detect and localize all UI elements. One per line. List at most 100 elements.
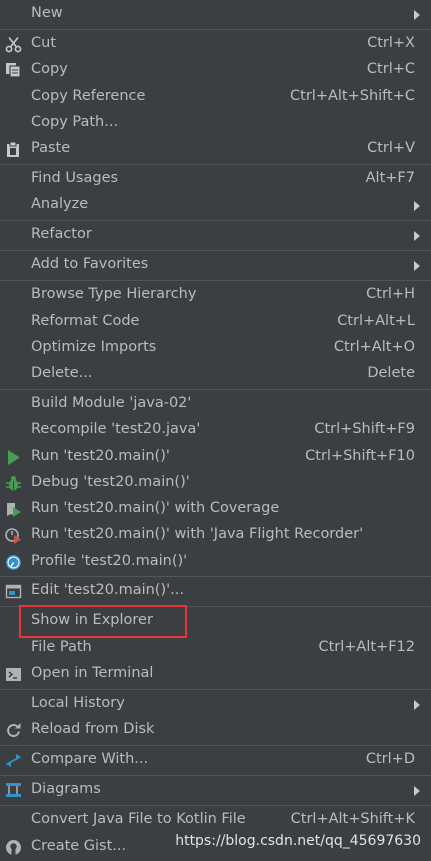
menu-item-label: Convert Java File to Kotlin File <box>31 811 246 827</box>
menu-item-add-to-favorites[interactable]: Add to Favorites <box>0 252 431 278</box>
menu-item-label: Build Module 'java-02' <box>31 395 192 411</box>
menu-item-shortcut: Ctrl+Alt+Shift+K <box>290 811 415 827</box>
menu-item-analyze[interactable]: Analyze <box>0 192 431 218</box>
run-icon <box>5 449 22 466</box>
menu-item-label: Optimize Imports <box>31 339 157 355</box>
menu-separator <box>0 389 431 390</box>
menu-item-diagrams[interactable]: Diagrams <box>0 777 431 803</box>
menu-item-run[interactable]: Run 'test20.main()' Ctrl+Shift+F10 <box>0 444 431 470</box>
menu-item-shortcut: Ctrl+Alt+L <box>337 313 415 329</box>
submenu-arrow-icon <box>414 700 420 710</box>
menu-item-label: File Path <box>31 639 92 655</box>
menu-separator <box>0 280 431 281</box>
menu-item-reload-from-disk[interactable]: Reload from Disk <box>0 717 431 743</box>
scissors-icon <box>5 36 22 53</box>
menu-item-paste[interactable]: Paste Ctrl+V <box>0 136 431 162</box>
menu-item-reformat-code[interactable]: Reformat Code Ctrl+Alt+L <box>0 309 431 335</box>
menu-item-browse-type-hierarchy[interactable]: Browse Type Hierarchy Ctrl+H <box>0 282 431 308</box>
menu-item-label: Refactor <box>31 226 92 242</box>
menu-item-label: Run 'test20.main()' with 'Java Flight Re… <box>31 526 364 542</box>
menu-item-cut[interactable]: Cut Ctrl+X <box>0 31 431 57</box>
menu-item-copy-reference[interactable]: Copy Reference Ctrl+Alt+Shift+C <box>0 84 431 110</box>
menu-item-find-usages[interactable]: Find Usages Alt+F7 <box>0 166 431 192</box>
menu-item-label: Debug 'test20.main()' <box>31 474 190 490</box>
edit-config-icon <box>5 583 22 600</box>
menu-item-label: Delete... <box>31 365 93 381</box>
flight-recorder-icon <box>5 527 22 544</box>
submenu-arrow-icon <box>414 786 420 796</box>
menu-item-copy[interactable]: Copy Ctrl+C <box>0 57 431 83</box>
menu-item-local-history[interactable]: Local History <box>0 691 431 717</box>
submenu-arrow-icon <box>414 10 420 20</box>
menu-item-label: Edit 'test20.main()'... <box>31 582 184 598</box>
menu-item-label: Diagrams <box>31 781 101 797</box>
menu-item-new[interactable]: New <box>0 1 431 27</box>
menu-item-label: Recompile 'test20.java' <box>31 421 201 437</box>
menu-item-edit-config[interactable]: Edit 'test20.main()'... <box>0 578 431 604</box>
menu-item-shortcut: Ctrl+Alt+O <box>333 339 415 355</box>
menu-separator <box>0 805 431 806</box>
menu-separator <box>0 220 431 221</box>
menu-item-label: Add to Favorites <box>31 256 149 272</box>
menu-item-copy-path[interactable]: Copy Path... <box>0 110 431 136</box>
github-icon <box>5 839 22 856</box>
menu-separator <box>0 745 431 746</box>
menu-item-label: Copy <box>31 61 68 77</box>
menu-item-optimize-imports[interactable]: Optimize Imports Ctrl+Alt+O <box>0 335 431 361</box>
menu-item-label: Find Usages <box>31 170 119 186</box>
menu-item-label: Paste <box>31 140 71 156</box>
menu-separator <box>0 775 431 776</box>
submenu-arrow-icon <box>414 201 420 211</box>
menu-item-profile[interactable]: Profile 'test20.main()' <box>0 549 431 575</box>
menu-item-run-flight-recorder[interactable]: Run 'test20.main()' with 'Java Flight Re… <box>0 522 431 548</box>
submenu-arrow-icon <box>414 231 420 241</box>
menu-item-file-path[interactable]: File Path Ctrl+Alt+F12 <box>0 635 431 661</box>
menu-item-shortcut: Ctrl+D <box>365 751 415 767</box>
menu-item-label: Reload from Disk <box>31 721 155 737</box>
menu-item-convert-to-kotlin[interactable]: Convert Java File to Kotlin File Ctrl+Al… <box>0 807 431 833</box>
menu-separator <box>0 689 431 690</box>
menu-item-shortcut: Ctrl+Shift+F10 <box>305 448 415 464</box>
menu-item-label: Copy Reference <box>31 88 146 104</box>
menu-item-open-in-terminal[interactable]: Open in Terminal <box>0 661 431 687</box>
menu-item-shortcut: Ctrl+C <box>366 61 415 77</box>
menu-item-label: Cut <box>31 35 56 51</box>
reload-icon <box>5 722 22 739</box>
menu-item-label: Compare With... <box>31 751 149 767</box>
menu-separator <box>0 29 431 30</box>
menu-item-label: Reformat Code <box>31 313 140 329</box>
menu-item-shortcut: Ctrl+Alt+Shift+C <box>290 88 415 104</box>
menu-item-shortcut: Ctrl+Shift+F9 <box>314 421 415 437</box>
menu-item-build-module[interactable]: Build Module 'java-02' <box>0 391 431 417</box>
menu-item-shortcut: Ctrl+Alt+F12 <box>318 639 415 655</box>
menu-item-label: New <box>31 5 63 21</box>
menu-item-recompile[interactable]: Recompile 'test20.java' Ctrl+Shift+F9 <box>0 417 431 443</box>
diagram-icon <box>5 782 22 799</box>
menu-item-label: Analyze <box>31 196 89 212</box>
submenu-arrow-icon <box>414 261 420 271</box>
menu-item-label: Copy Path... <box>31 114 119 130</box>
menu-item-delete[interactable]: Delete... Delete <box>0 361 431 387</box>
menu-item-run-with-coverage[interactable]: Run 'test20.main()' with Coverage <box>0 496 431 522</box>
menu-separator <box>0 250 431 251</box>
menu-item-label: Browse Type Hierarchy <box>31 286 197 302</box>
terminal-icon <box>5 666 22 683</box>
debug-icon <box>5 475 22 492</box>
menu-item-refactor[interactable]: Refactor <box>0 222 431 248</box>
compare-icon <box>5 752 22 769</box>
highlight-box <box>19 605 187 638</box>
menu-item-shortcut: Ctrl+V <box>367 140 415 156</box>
menu-item-shortcut: Ctrl+X <box>367 35 415 51</box>
menu-item-label: Create Gist... <box>31 838 127 854</box>
menu-item-compare-with[interactable]: Compare With... Ctrl+D <box>0 747 431 773</box>
menu-item-debug[interactable]: Debug 'test20.main()' <box>0 470 431 496</box>
menu-item-label: Open in Terminal <box>31 665 154 681</box>
coverage-icon <box>5 501 22 518</box>
menu-item-shortcut: Alt+F7 <box>365 170 415 186</box>
copy-icon <box>5 62 22 79</box>
menu-separator <box>0 576 431 577</box>
menu-item-label: Profile 'test20.main()' <box>31 553 188 569</box>
menu-item-label: Run 'test20.main()' with Coverage <box>31 500 280 516</box>
menu-item-shortcut: Ctrl+H <box>366 286 415 302</box>
profile-icon <box>5 554 22 571</box>
